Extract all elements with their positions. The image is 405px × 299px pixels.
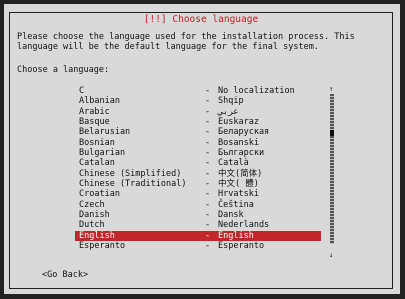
language-name: English bbox=[79, 230, 115, 241]
separator-dash: - bbox=[205, 106, 211, 117]
language-list[interactable]: C - No localization Albanian - Shqip Arabic - عر… bbox=[75, 86, 321, 252]
language-name: Chinese (Simplified) bbox=[79, 168, 182, 179]
language-option-bulgarian[interactable]: Bulgarian - Български bbox=[75, 148, 321, 158]
language-name: Bulgarian bbox=[79, 148, 126, 159]
separator-dash: - bbox=[205, 241, 211, 252]
language-name: Belarusian bbox=[79, 127, 131, 138]
language-native-name: English bbox=[218, 230, 254, 241]
separator-dash: - bbox=[205, 210, 211, 221]
scroll-down-arrow-icon[interactable]: ↓ bbox=[329, 252, 333, 259]
language-option-chinese-simplified[interactable]: Chinese (Simplified) - 中文(简体) bbox=[75, 169, 321, 179]
separator-dash: - bbox=[205, 86, 211, 96]
language-option-dutch[interactable]: Dutch - Nederlands bbox=[75, 220, 321, 230]
language-native-name: 中文( 體) bbox=[218, 179, 259, 190]
choose-language-dialog: [!!] Choose language Please choose the l… bbox=[4, 4, 400, 294]
language-native-name: 中文(简体) bbox=[218, 168, 263, 179]
language-option-albanian[interactable]: Albanian - Shqip bbox=[75, 96, 321, 106]
language-native-name: No localization bbox=[218, 86, 295, 96]
language-name: Bosnian bbox=[79, 137, 115, 148]
language-native-name: Български bbox=[218, 148, 265, 159]
separator-dash: - bbox=[205, 127, 211, 138]
language-name: Catalan bbox=[79, 158, 115, 169]
language-option-croatian[interactable]: Croatian - Hrvatski bbox=[75, 189, 321, 199]
separator-dash: - bbox=[205, 179, 211, 190]
language-option-c[interactable]: C - No localization bbox=[75, 86, 321, 96]
language-name: Danish bbox=[79, 210, 110, 221]
language-native-name: Euskaraz bbox=[218, 117, 259, 128]
intro-line-2: language will be the default language fo… bbox=[17, 42, 319, 52]
separator-dash: - bbox=[205, 199, 211, 210]
language-name: Dutch bbox=[79, 220, 105, 231]
intro-line-1: Please choose the language used for the … bbox=[17, 32, 355, 42]
language-name: C bbox=[79, 86, 85, 96]
language-option-english[interactable]: English - English bbox=[75, 230, 321, 242]
separator-dash: - bbox=[205, 96, 211, 107]
language-option-esperanto[interactable]: Esperanto - Esperanto bbox=[75, 241, 321, 251]
dialog-title-bar: [!!] Choose language bbox=[10, 14, 392, 26]
installer-screen: [!!] Choose language Please choose the l… bbox=[0, 0, 405, 299]
language-name: Arabic bbox=[79, 106, 110, 117]
separator-dash: - bbox=[205, 148, 211, 159]
language-option-bosnian[interactable]: Bosnian - Bosanski bbox=[75, 138, 321, 148]
go-back-button[interactable]: <Go Back> bbox=[42, 270, 88, 280]
intro-text: Please choose the language used for the … bbox=[17, 32, 355, 52]
language-native-name: Čeština bbox=[218, 199, 254, 210]
language-native-name: Shqip bbox=[218, 96, 244, 107]
separator-dash: - bbox=[205, 230, 211, 241]
language-option-belarusian[interactable]: Belarusian - Беларуская bbox=[75, 127, 321, 137]
language-native-name: Nederlands bbox=[218, 220, 270, 231]
language-name: Croatian bbox=[79, 189, 120, 200]
language-option-czech[interactable]: Czech - Čeština bbox=[75, 200, 321, 210]
language-native-name: Беларуская bbox=[218, 127, 270, 138]
language-option-catalan[interactable]: Catalan - Català bbox=[75, 158, 321, 168]
language-option-arabic[interactable]: Arabic - عربي bbox=[75, 107, 321, 117]
language-name: Czech bbox=[79, 199, 105, 210]
separator-dash: - bbox=[205, 220, 211, 231]
language-prompt: Choose a language: bbox=[17, 65, 110, 75]
language-native-name: Bosanski bbox=[218, 137, 259, 148]
scrollbar-track[interactable] bbox=[330, 94, 334, 244]
language-list-scrollbar[interactable]: ↑ ↓ bbox=[329, 86, 334, 261]
separator-dash: - bbox=[205, 137, 211, 148]
language-name: Basque bbox=[79, 117, 110, 128]
language-option-basque[interactable]: Basque - Euskaraz bbox=[75, 117, 321, 127]
language-name: Esperanto bbox=[79, 241, 126, 252]
language-option-chinese-traditional[interactable]: Chinese (Traditional) - 中文( 體) bbox=[75, 179, 321, 189]
separator-dash: - bbox=[205, 189, 211, 200]
language-native-name: Català bbox=[218, 158, 249, 169]
language-native-name: Dansk bbox=[218, 210, 244, 221]
separator-dash: - bbox=[205, 117, 211, 128]
separator-dash: - bbox=[205, 158, 211, 169]
language-option-danish[interactable]: Danish - Dansk bbox=[75, 210, 321, 220]
language-native-name: عربي bbox=[218, 106, 239, 117]
language-native-name: Esperanto bbox=[218, 241, 265, 252]
language-name: Albanian bbox=[79, 96, 120, 107]
language-native-name: Hrvatski bbox=[218, 189, 259, 200]
language-name: Chinese (Traditional) bbox=[79, 179, 187, 190]
scroll-up-arrow-icon[interactable]: ↑ bbox=[329, 86, 333, 93]
scrollbar-thumb[interactable] bbox=[330, 130, 334, 136]
separator-dash: - bbox=[205, 168, 211, 179]
dialog-title: [!!] Choose language bbox=[140, 14, 262, 25]
